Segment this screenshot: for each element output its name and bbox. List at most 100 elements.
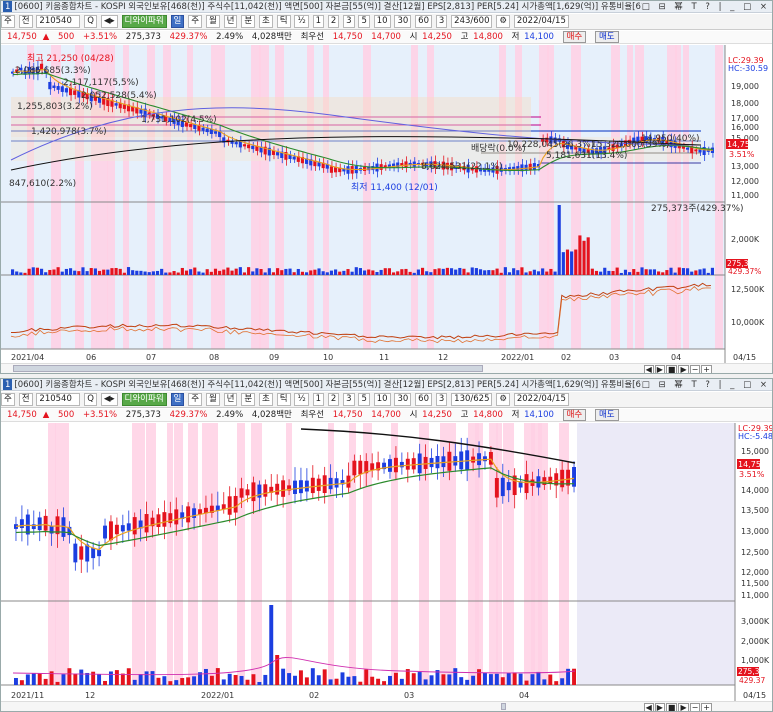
period-minute[interactable]: 분 [241,393,256,406]
fraction-button[interactable]: ½ [294,15,309,28]
volume-bar [447,674,452,685]
window-title-bar[interactable]: 1 [0600] 키움종합차트 - KOSPI 외국인보유[468(천)] 주식수… [1,1,772,13]
prev-next-icon[interactable]: ◀▸ [100,15,118,28]
data-count-input[interactable]: 130/625 [451,393,493,406]
step-select[interactable]: 3 [435,393,448,406]
axis-current-pct: 3.51% [729,150,755,159]
nav-play-icon[interactable]: ▶ [678,703,689,711]
search-icon[interactable]: Q [84,393,97,406]
zoom-out-icon[interactable]: − [689,703,701,711]
highlight-band [715,45,723,349]
settings-icon[interactable]: ⚙ [496,15,510,28]
period-tick[interactable]: 틱 [276,15,291,28]
scrollbar-thumb[interactable] [13,365,483,372]
buy-button[interactable]: 매수 [562,409,587,421]
nav-prev-icon[interactable]: ◀ [643,365,654,373]
minute-60[interactable]: 60 [415,15,432,28]
volume-bar [79,669,84,685]
period-month[interactable]: 월 [205,15,220,28]
stock-code-input[interactable]: 210540 [36,15,81,28]
settings-icon[interactable]: ⚙ [496,393,510,406]
step-select[interactable]: 3 [435,15,448,28]
period-month[interactable]: 월 [205,393,220,406]
window-controls[interactable]: □ ⊟ 幂 T ? | _ □ × [641,1,770,12]
period-week[interactable]: 주 [188,15,203,28]
period-year[interactable]: 년 [223,15,238,28]
annotation-dividend: 배당락(0.0%) [471,142,526,154]
minute-1[interactable]: 1 [312,393,324,406]
volume-bar [85,271,89,275]
price-chart-area[interactable]: LC:29.39 HC:-5.48 15,000 14,750 3.51% 14… [1,423,772,701]
period-day[interactable]: 일 [170,393,185,406]
date-input[interactable]: 2022/04/15 [513,393,569,406]
fraction-button[interactable]: ½ [294,393,309,406]
stock-code-input[interactable]: 210540 [36,393,81,406]
price-tick-18000: 18,000 [731,99,759,108]
zoom-in-icon[interactable]: + [701,365,712,373]
minute-30[interactable]: 30 [394,15,412,28]
period-minute[interactable]: 분 [241,15,256,28]
volume-bar [233,674,238,685]
view-mode-select[interactable]: 주 [1,393,15,406]
period-second[interactable]: 초 [259,15,273,28]
annotation-2052528: 2,052,528(5.4%) [81,91,157,101]
volume-bar [19,680,24,685]
zoom-out-icon[interactable]: − [689,365,701,373]
minute-10[interactable]: 10 [373,393,391,406]
minute-60[interactable]: 60 [415,393,432,406]
candle [251,145,255,150]
horizontal-scrollbar[interactable]: ◀ ▶ ■ ▶ − + [1,701,772,711]
minute-1[interactable]: 1 [312,15,324,28]
volume-bar [242,272,247,275]
market-select[interactable]: 전 [18,15,33,28]
volume-bar [352,676,357,685]
buy-button[interactable]: 매수 [562,31,587,43]
minute-3[interactable]: 3 [343,15,355,28]
nav-stop-icon[interactable]: ■ [665,703,678,711]
period-second[interactable]: 초 [259,393,273,406]
period-day[interactable]: 일 [170,15,185,28]
prev-next-icon[interactable]: ◀▸ [100,393,118,406]
volume-bar [106,269,110,275]
period-year[interactable]: 년 [223,393,238,406]
horizontal-scrollbar[interactable]: ◀ ▶ ■ ▶ − + [1,363,772,373]
minute-5[interactable]: 5 [358,15,370,28]
volume-bar [376,678,381,685]
volume-bar [520,267,524,275]
zoom-in-icon[interactable]: + [701,703,712,711]
data-count-input[interactable]: 243/600 [451,15,493,28]
period-week[interactable]: 주 [188,393,203,406]
sell-button[interactable]: 매도 [594,409,619,421]
nav-play-icon[interactable]: ▶ [678,365,689,373]
view-mode-select[interactable]: 주 [1,15,15,28]
volume-bar [590,268,594,275]
highlight-band [146,423,156,685]
sell-button[interactable]: 매도 [594,31,619,43]
nav-next-icon[interactable]: ▶ [654,365,665,373]
volume-bar [388,675,392,685]
minute-5[interactable]: 5 [358,393,370,406]
nav-prev-icon[interactable]: ◀ [643,703,654,711]
volume-bar [582,240,586,275]
nav-next-icon[interactable]: ▶ [654,703,665,711]
volume-bar [554,681,559,685]
volume-bar [548,674,553,685]
window-title-bar[interactable]: 1 [0600] 키움종합차트 - KOSPI 외국인보유[468(천)] 주식수… [1,379,772,391]
window-controls[interactable]: □ ⊟ 幂 T ? | _ □ × [641,379,770,390]
volume-bar [553,271,557,275]
volume-bar [346,676,351,685]
period-tick[interactable]: 틱 [276,393,291,406]
search-icon[interactable]: Q [84,15,97,28]
minute-10[interactable]: 10 [373,15,391,28]
price-chart-area[interactable]: 최고 21,250 (04/28) 2,086,685(3.3%) 2,117,… [1,45,772,363]
date-input[interactable]: 2022/04/15 [513,15,569,28]
volume-bar [429,272,433,275]
market-select[interactable]: 전 [18,393,33,406]
minute-30[interactable]: 30 [394,393,412,406]
minute-2[interactable]: 2 [327,393,340,406]
minute-2[interactable]: 2 [327,15,340,28]
nav-stop-icon[interactable]: ■ [665,365,678,373]
minute-3[interactable]: 3 [343,393,355,406]
scrollbar-thumb[interactable] [501,703,506,710]
volume-bar [288,268,292,275]
